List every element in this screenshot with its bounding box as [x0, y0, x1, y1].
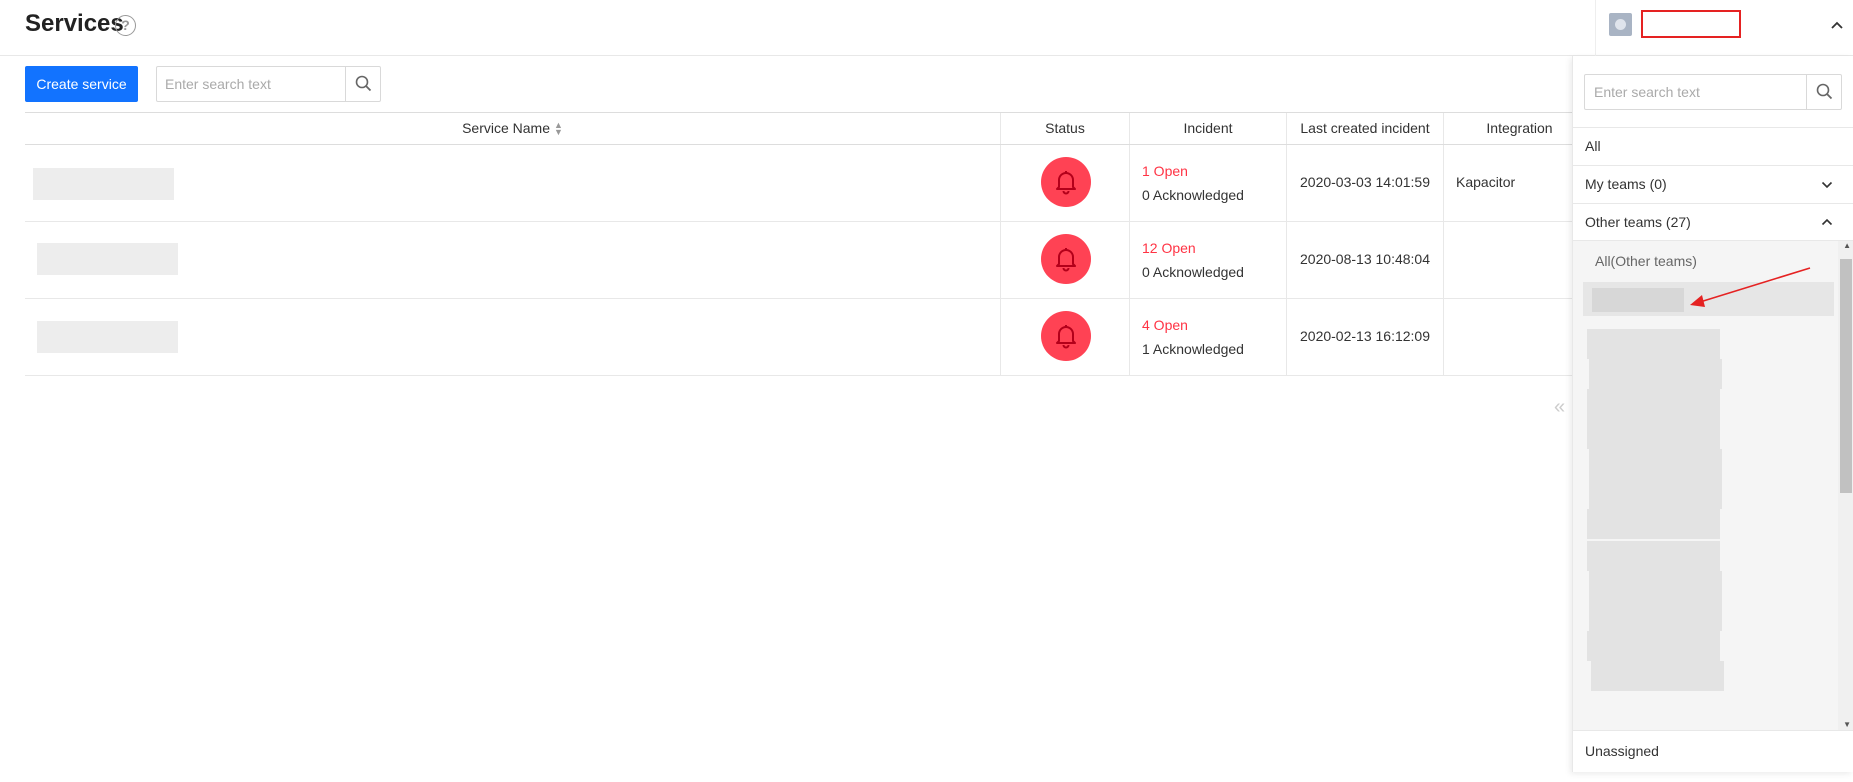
- status-cell: [1001, 145, 1130, 221]
- alert-status-badge: [1041, 234, 1091, 284]
- acknowledged-incident-count: 0 Acknowledged: [1142, 187, 1244, 203]
- team-search: [1584, 74, 1842, 110]
- team-filter-label: My teams (0): [1585, 176, 1667, 192]
- team-search-input[interactable]: [1585, 75, 1807, 109]
- team-search-button[interactable]: [1806, 75, 1841, 109]
- service-name-cell[interactable]: [25, 222, 1001, 298]
- last-incident-time: 2020-02-13 16:12:09: [1300, 328, 1430, 344]
- last-incident-time: 2020-03-03 14:01:59: [1300, 174, 1430, 190]
- bell-icon: [1056, 248, 1076, 272]
- team-dropdown-panel: All My teams (0) Other teams (27) All(Ot…: [1572, 56, 1853, 772]
- list-item[interactable]: [1589, 449, 1722, 479]
- alert-status-badge: [1041, 157, 1091, 207]
- team-filter-label: All: [1585, 138, 1601, 154]
- other-teams-all-item[interactable]: All(Other teams): [1595, 253, 1697, 269]
- team-filter-my-teams[interactable]: My teams (0): [1573, 165, 1853, 203]
- last-incident-cell: 2020-08-13 10:48:04: [1287, 222, 1444, 298]
- incident-cell: 4 Open 1 Acknowledged: [1130, 299, 1287, 375]
- open-incident-count[interactable]: 4 Open: [1142, 317, 1188, 333]
- page-header: Services ?: [0, 0, 1853, 56]
- sort-icon[interactable]: ▲ ▼: [554, 121, 563, 137]
- team-filter-label: Other teams (27): [1585, 214, 1691, 230]
- help-icon[interactable]: ?: [115, 15, 136, 36]
- scrollbar[interactable]: ▲ ▼: [1838, 241, 1853, 730]
- last-incident-time: 2020-08-13 10:48:04: [1300, 251, 1430, 267]
- list-item[interactable]: [1589, 359, 1722, 389]
- selected-team-item[interactable]: [1583, 282, 1834, 316]
- team-switcher[interactable]: [1595, 0, 1853, 56]
- alert-status-badge: [1041, 311, 1091, 361]
- list-item[interactable]: [1587, 329, 1720, 359]
- last-incident-cell: 2020-03-03 14:01:59: [1287, 145, 1444, 221]
- list-item[interactable]: [1587, 419, 1720, 449]
- team-avatar-icon: [1609, 13, 1632, 36]
- column-header-incident: Incident: [1130, 113, 1287, 144]
- acknowledged-incident-count: 0 Acknowledged: [1142, 264, 1244, 280]
- service-search-input[interactable]: [157, 67, 346, 101]
- redacted-team-name: [1592, 288, 1684, 312]
- open-incident-count[interactable]: 1 Open: [1142, 163, 1188, 179]
- table-row[interactable]: 4 Open 1 Acknowledged 2020-02-13 16:12:0…: [25, 299, 1595, 376]
- redacted-service-name: [37, 321, 178, 353]
- list-item[interactable]: [1587, 509, 1720, 539]
- team-name-highlight: [1641, 10, 1741, 38]
- list-item[interactable]: [1587, 389, 1720, 419]
- service-name-cell[interactable]: [25, 299, 1001, 375]
- last-incident-cell: 2020-02-13 16:12:09: [1287, 299, 1444, 375]
- integration-name: Kapacitor: [1456, 174, 1516, 190]
- status-cell: [1001, 299, 1130, 375]
- service-search: [156, 66, 381, 102]
- search-icon: [1816, 83, 1833, 100]
- redacted-service-name: [33, 168, 174, 200]
- table-header: Service Name ▲ ▼ Status Incident Last crea…: [25, 112, 1595, 145]
- incident-cell: 12 Open 0 Acknowledged: [1130, 222, 1287, 298]
- column-header-service-name[interactable]: Service Name ▲ ▼: [25, 113, 1001, 144]
- bell-icon: [1056, 171, 1076, 195]
- open-incident-count[interactable]: 12 Open: [1142, 240, 1196, 256]
- table-row[interactable]: 12 Open 0 Acknowledged 2020-08-13 10:48:…: [25, 222, 1595, 299]
- status-cell: [1001, 222, 1130, 298]
- scrollbar-thumb[interactable]: [1840, 259, 1852, 493]
- column-header-status: Status: [1001, 113, 1130, 144]
- scroll-down-icon[interactable]: ▼: [1843, 720, 1851, 729]
- list-item[interactable]: [1589, 571, 1722, 601]
- other-teams-list: All(Other teams) ▲ ▼: [1573, 240, 1853, 730]
- acknowledged-incident-count: 1 Acknowledged: [1142, 341, 1244, 357]
- chevron-up-icon: [1821, 218, 1833, 226]
- scroll-up-icon[interactable]: ▲: [1843, 241, 1851, 250]
- list-item[interactable]: [1587, 631, 1720, 661]
- pager-prev-icon[interactable]: «: [1554, 396, 1565, 419]
- page-title: Services: [25, 10, 124, 37]
- search-icon: [355, 75, 372, 92]
- table-row[interactable]: 1 Open 0 Acknowledged 2020-03-03 14:01:5…: [25, 145, 1595, 222]
- service-search-button[interactable]: [345, 67, 380, 101]
- list-item[interactable]: [1589, 479, 1722, 509]
- create-service-button[interactable]: Create service: [25, 66, 138, 102]
- team-filter-all[interactable]: All: [1573, 127, 1853, 165]
- team-filter-other-teams[interactable]: Other teams (27): [1573, 203, 1853, 241]
- list-item[interactable]: [1587, 541, 1720, 571]
- list-item[interactable]: [1591, 661, 1724, 691]
- redacted-service-name: [37, 243, 178, 275]
- service-name-cell[interactable]: [25, 145, 1001, 221]
- column-header-last-incident: Last created incident: [1287, 113, 1444, 144]
- column-label: Service Name: [462, 120, 550, 136]
- bell-icon: [1056, 325, 1076, 349]
- chevron-up-icon[interactable]: [1830, 20, 1844, 30]
- list-item[interactable]: [1589, 601, 1722, 631]
- incident-cell: 1 Open 0 Acknowledged: [1130, 145, 1287, 221]
- team-filter-unassigned[interactable]: Unassigned: [1573, 730, 1853, 770]
- chevron-down-icon: [1821, 181, 1833, 189]
